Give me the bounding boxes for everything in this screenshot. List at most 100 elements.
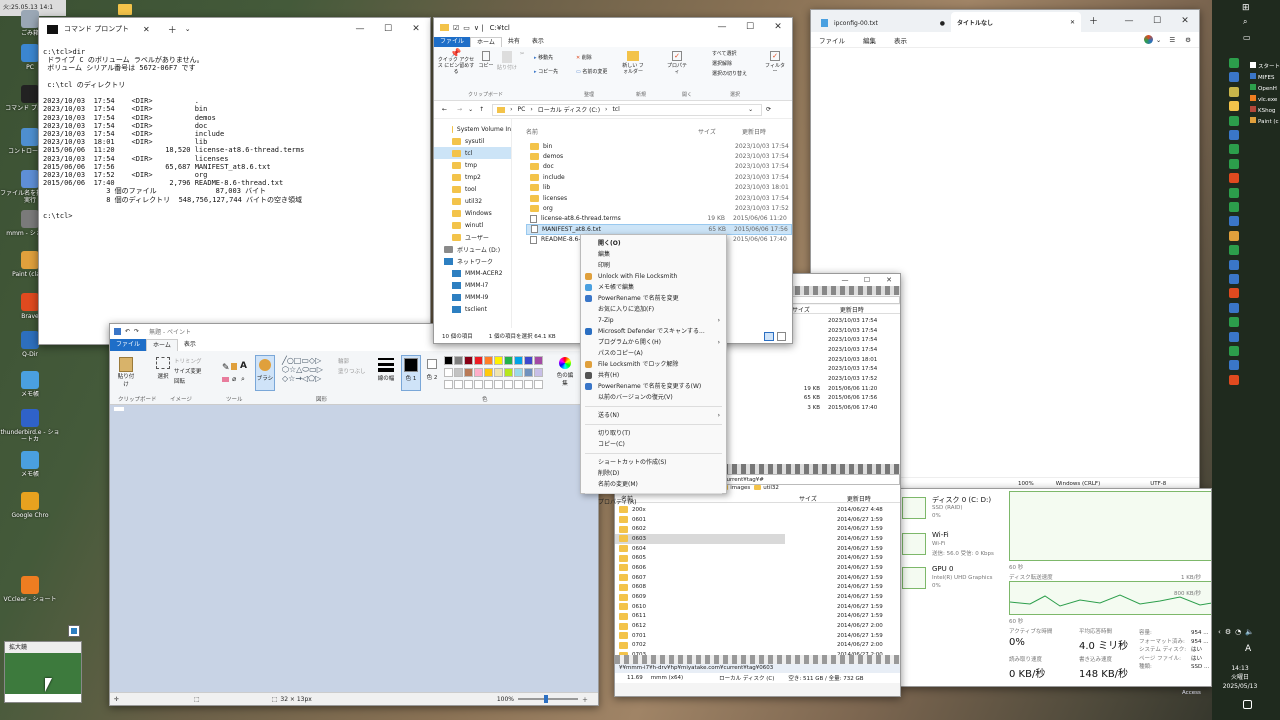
qat-folder-icon[interactable]: ▭ (463, 24, 470, 32)
copy-to-button[interactable]: ▸ コピー先 (534, 65, 558, 79)
context-menu-item[interactable]: 削除(D) (581, 468, 726, 479)
file-row[interactable]: MANIFEST_at8.6.txt 65 KB 2015/06/06 17:56 (526, 224, 792, 235)
explorer-tab-home[interactable]: ホーム (470, 37, 502, 47)
context-menu-item[interactable]: 印刷 (581, 260, 726, 271)
qdir-bottom-row[interactable]: 0606 2014/06/27 1:59 (615, 563, 900, 573)
palette-swatch[interactable] (524, 356, 533, 365)
taskbar-app-icon[interactable] (1229, 72, 1239, 83)
cmd-window[interactable]: コマンド プロンプト ✕ ＋ ⌄ — ☐ ✕ c:\tcl>dir ドライブ C の… (38, 17, 431, 345)
palette-swatch[interactable] (474, 380, 483, 389)
taskbar-app-item[interactable]: MIFES (1250, 73, 1280, 84)
breadcrumb-item[interactable]: util32 (754, 485, 779, 494)
qdir-bottom-row[interactable]: 0602 2014/06/27 1:59 (615, 524, 900, 534)
palette-swatch[interactable] (474, 368, 483, 377)
palette-swatch[interactable] (494, 368, 503, 377)
bulleted-list-icon[interactable]: ☰ (1169, 36, 1175, 44)
palette-swatch[interactable] (514, 380, 523, 389)
palette-swatch[interactable] (474, 356, 483, 365)
nav-item[interactable]: winutl (434, 219, 511, 231)
palette-swatch[interactable] (454, 356, 463, 365)
qdir-bottom-row[interactable]: 0607 2014/06/27 1:59 (615, 573, 900, 583)
taskbar-app-icon[interactable] (1229, 346, 1239, 356)
select-all-button[interactable]: すべて選択 (712, 49, 747, 59)
nav-item[interactable]: sysutil (434, 135, 511, 147)
taskbar-app-icon[interactable] (1229, 173, 1239, 184)
maximize-button[interactable]: ☐ (1143, 10, 1171, 32)
perf-item[interactable]: GPU 0 Intel(R) UHD Graphics 0% (899, 565, 1003, 595)
notification-icon[interactable] (1243, 700, 1252, 709)
fill-icon[interactable] (231, 363, 237, 370)
taskbar-app-item[interactable]: KShog (1250, 106, 1280, 117)
palette-swatch[interactable] (494, 380, 503, 389)
chevron-down-icon[interactable]: ⌄ (185, 25, 191, 33)
qdir-bottom-row[interactable]: 0608 2014/06/27 1:59 (615, 583, 900, 593)
palette-swatch[interactable] (534, 356, 543, 365)
context-menu-item[interactable]: パスのコピー(A) (581, 348, 726, 359)
edit-colors-button[interactable]: 色の編集 (556, 355, 574, 387)
palette-swatch[interactable] (524, 368, 533, 377)
qdir-bottom-row[interactable]: 0612 2014/06/27 2:00 (615, 621, 900, 631)
taskbar-app-icon[interactable] (1229, 288, 1239, 299)
palette-swatch[interactable] (444, 368, 453, 377)
search-icon[interactable]: ⌕ (1243, 17, 1247, 27)
taskbar-app-icon[interactable] (1229, 259, 1239, 270)
palette-swatch[interactable] (484, 368, 493, 377)
tab-close-icon[interactable]: ✕ (1070, 19, 1075, 26)
qat-check-icon[interactable]: ☑ (453, 24, 459, 32)
file-row[interactable]: bin 2023/10/03 17:54 (526, 141, 792, 151)
taskbar-app-item[interactable]: スタート (1250, 62, 1280, 73)
taskbar-app-icon[interactable] (1229, 274, 1239, 284)
copy-button[interactable]: コピー (478, 51, 494, 69)
context-menu-item[interactable]: 共有(H) (581, 370, 726, 381)
nav-item[interactable]: tmp (434, 159, 511, 171)
nav-item[interactable]: tool (434, 183, 511, 195)
paint-window[interactable]: ↶ ↷ 無題 - ペイント ファイル ホーム 表示 貼り付け 選択 トリミング … (109, 323, 599, 706)
resize-button[interactable]: サイズ変更 (174, 367, 202, 377)
pencil-icon[interactable]: ✎ (222, 363, 230, 373)
taskbar-app-icon[interactable] (1229, 115, 1239, 126)
palette-swatch[interactable] (454, 368, 463, 377)
context-menu-item[interactable]: メモ帳で編集 (581, 282, 726, 293)
desktop-icon[interactable]: メモ帳 (0, 371, 60, 398)
eraser-icon[interactable] (222, 377, 229, 382)
nav-item[interactable]: util32 (434, 195, 511, 207)
context-menu-item[interactable]: コピー(C) (581, 439, 726, 450)
perf-item[interactable]: Wi-Fi Wi-Fi 送信: 56.0 受信: 0 Kbps (899, 531, 1003, 561)
chevron-down-icon[interactable]: ⌄ (748, 106, 753, 113)
nav-item[interactable]: Windows (434, 207, 511, 219)
invert-selection-button[interactable]: 選択の切り替え (712, 69, 747, 79)
qdir-bottom-row[interactable]: 07032014/06/27 2:00 (615, 650, 900, 655)
new-tab-icon[interactable]: ＋ (168, 23, 177, 36)
paint-tab-file[interactable]: ファイル (110, 339, 147, 351)
palette-swatch[interactable] (484, 356, 493, 365)
menu-view[interactable]: 表示 (894, 35, 907, 45)
palette-swatch[interactable] (444, 356, 453, 365)
qdir-bottom-row[interactable]: 0605 2014/06/27 1:59 (615, 553, 900, 563)
taskbar-app-icon[interactable] (1229, 187, 1239, 198)
picker-icon[interactable]: ⌀ (232, 375, 236, 383)
taskbar-app-icon[interactable] (1229, 360, 1239, 371)
brush-button[interactable]: ブラシ (255, 355, 275, 391)
zoom-in-icon[interactable]: ＋ (582, 695, 588, 704)
explorer-titlebar[interactable]: ☑ ▭ ∨ | C:¥tcl — ☐ ✕ (434, 18, 792, 37)
explorer-tab-view[interactable]: 表示 (526, 37, 550, 47)
file-row[interactable]: demos 2023/10/03 17:54 (526, 151, 792, 161)
palette-swatch[interactable] (524, 380, 533, 389)
magnifier-toggle[interactable] (68, 625, 80, 637)
taskbar-app-icon[interactable] (1229, 216, 1239, 227)
qdir-bottom-toolbar2[interactable] (615, 655, 900, 664)
minimize-button[interactable]: — (708, 18, 736, 37)
breadcrumb[interactable]: › PC › ローカル ディスク (C:) › tcl ⌄ (492, 103, 763, 116)
color2-button[interactable]: 色 2 (424, 355, 440, 381)
nav-item[interactable]: ボリューム (D:) (434, 243, 511, 255)
context-menu-item[interactable]: ショートカットの作成(S) (581, 457, 726, 468)
save-icon[interactable] (114, 328, 121, 335)
trim-button[interactable]: トリミング (174, 357, 202, 367)
chevron-down-icon[interactable]: ⌄ (1156, 36, 1161, 44)
context-menu-item[interactable]: 切り取り(T) (581, 428, 726, 439)
context-menu-item[interactable]: 名前の変更(M) (581, 479, 726, 490)
context-menu-item[interactable]: 編集 (581, 249, 726, 260)
gear-icon[interactable]: ⚙ (1185, 36, 1191, 44)
file-row[interactable]: license-at8.6-thread.terms 19 KB 2015/06/0… (526, 214, 792, 224)
palette-swatch[interactable] (494, 356, 503, 365)
